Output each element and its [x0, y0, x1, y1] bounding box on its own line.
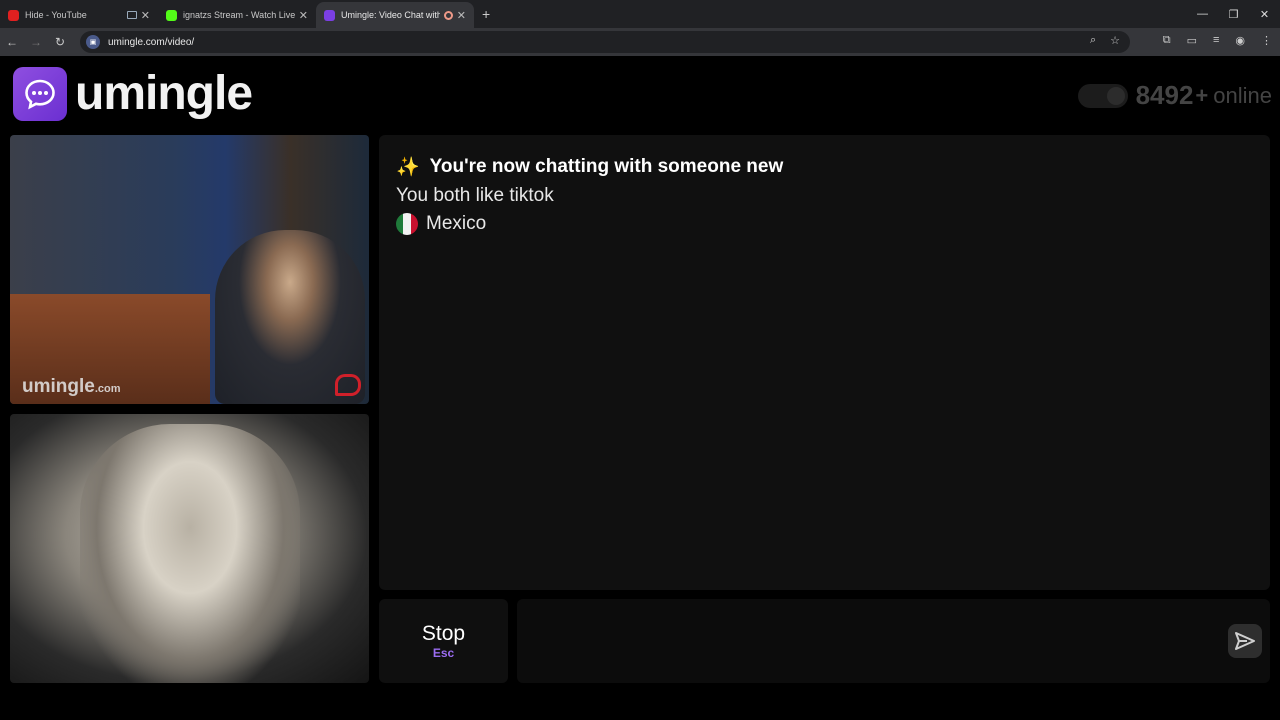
stop-label: Stop [421, 622, 466, 645]
shared-interest: You both like tiktok [396, 185, 1253, 207]
browser-tabstrip: Hide - YouTube ✕ ignatzs Stream - Watch … [0, 0, 1280, 28]
extensions-icon[interactable]: ⧉ [1163, 34, 1171, 47]
profile-icon[interactable]: ◉ [1235, 34, 1245, 47]
kick-icon [166, 9, 177, 21]
online-count: 8492 [1135, 80, 1194, 110]
window-controls: — ❐ ✕ [1187, 0, 1280, 28]
close-window-icon[interactable]: ✕ [1249, 0, 1280, 28]
stop-shortcut: Esc [432, 646, 455, 660]
url-text: umingle.com/video/ [108, 36, 195, 48]
online-label: online [1213, 82, 1272, 108]
site-logo[interactable]: umingle [13, 66, 253, 121]
video-watermark: umingle.com [22, 376, 121, 398]
recording-icon [443, 10, 453, 20]
stop-button[interactable]: Stop Esc [379, 599, 508, 683]
online-plus: + [1195, 82, 1209, 108]
minimize-icon[interactable]: — [1187, 0, 1218, 28]
zoom-icon[interactable]: ⌕ [1090, 34, 1096, 47]
site-info-icon[interactable]: ▣ [86, 35, 100, 49]
youtube-icon [8, 9, 19, 21]
page: umingle 8492 + online umingle.com ✨ You'… [0, 56, 1280, 720]
self-video [10, 414, 369, 683]
chat-headline: You're now chatting with someone new [429, 156, 784, 177]
bookmark-star-icon[interactable]: ☆ [1110, 34, 1120, 47]
mexico-flag-icon [396, 213, 418, 235]
send-button[interactable] [1228, 624, 1262, 658]
close-tab-icon[interactable]: ✕ [457, 9, 466, 22]
toggle-switch[interactable] [1077, 83, 1128, 108]
picture-in-picture-icon [126, 11, 137, 19]
reload-icon[interactable]: ↻ [48, 35, 72, 49]
online-counter: 8492 + online [1077, 80, 1272, 111]
address-bar[interactable]: ▣ umingle.com/video/ ⌕ ☆ [80, 31, 1130, 53]
chat-status: ✨ You're now chatting with someone new [396, 155, 1253, 179]
watermark-main: umingle [22, 376, 95, 397]
country-text: Mexico [426, 213, 487, 234]
watermark-suffix: .com [94, 383, 121, 395]
interest-text: You both like tiktok [396, 185, 554, 206]
stranger-country: Mexico [396, 213, 1253, 235]
tab-title: ignatzs Stream - Watch Live on [183, 10, 295, 20]
chat-panel: ✨ You're now chatting with someone new Y… [379, 135, 1270, 590]
restore-icon[interactable]: ❐ [1218, 0, 1249, 28]
browser-toolbar: ← → ↻ ▣ umingle.com/video/ ⌕ ☆ ⧉ ▭ ≡ ◉ ⋮ [0, 28, 1280, 56]
cast-icon[interactable]: ▭ [1187, 34, 1197, 47]
video-person [80, 424, 300, 683]
new-tab-button[interactable]: + [482, 6, 490, 22]
message-input[interactable] [517, 599, 1270, 683]
close-tab-icon[interactable]: ✕ [141, 9, 150, 22]
umingle-icon [324, 9, 335, 21]
brand-name: umingle [75, 67, 253, 120]
tab-title: Hide - YouTube [25, 10, 87, 20]
tab-kick[interactable]: ignatzs Stream - Watch Live on ✕ [158, 2, 316, 28]
menu-icon[interactable]: ⋮ [1261, 34, 1272, 47]
tab-title: Umingle: Video Chat with S [341, 10, 440, 20]
tab-youtube[interactable]: Hide - YouTube ✕ [0, 2, 158, 28]
report-flag-icon[interactable] [335, 374, 361, 396]
send-icon [1235, 632, 1255, 650]
back-icon[interactable]: ← [0, 35, 24, 49]
close-tab-icon[interactable]: ✕ [299, 9, 308, 22]
sparkle-icon: ✨ [396, 157, 420, 178]
chat-bubble-icon [13, 66, 67, 121]
forward-icon[interactable]: → [24, 35, 48, 49]
tab-umingle[interactable]: Umingle: Video Chat with S ✕ [316, 2, 474, 28]
stranger-video: umingle.com [10, 135, 369, 404]
media-controls-icon[interactable]: ≡ [1213, 34, 1219, 47]
